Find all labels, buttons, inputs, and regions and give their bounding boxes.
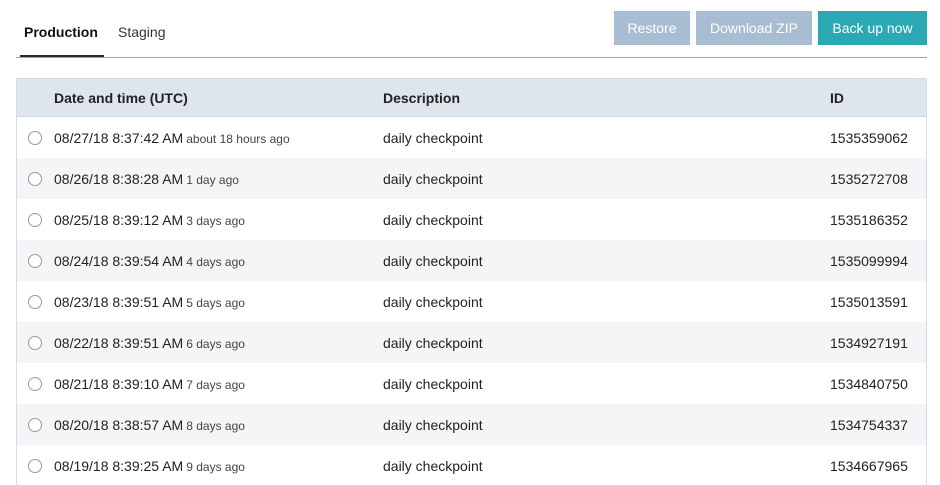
- row-radio-cell: [17, 212, 53, 227]
- environment-tabs: Production Staging: [20, 0, 179, 58]
- row-datetime-cell: 08/22/18 8:39:51 AM 6 days ago: [53, 335, 383, 351]
- table-header: Date and time (UTC) Description ID: [17, 79, 926, 117]
- row-description: daily checkpoint: [383, 416, 483, 433]
- table-row[interactable]: 08/22/18 8:39:51 AM 6 days ago daily check…: [17, 322, 926, 363]
- row-description: daily checkpoint: [383, 252, 483, 269]
- row-select-radio[interactable]: [28, 458, 42, 473]
- row-datetime-cell: 08/27/18 8:37:42 AM about 18 hours ago: [53, 130, 383, 146]
- row-radio-cell: [17, 376, 53, 391]
- table-row[interactable]: 08/24/18 8:39:54 AM 4 days ago daily check…: [17, 240, 926, 281]
- row-radio-cell: [17, 294, 53, 309]
- table-row[interactable]: 08/20/18 8:38:57 AM 8 days ago daily check…: [17, 404, 926, 445]
- row-id: 1535013591: [830, 293, 908, 310]
- row-datetime-cell: 08/23/18 8:39:51 AM 5 days ago: [53, 294, 383, 310]
- row-select-radio[interactable]: [28, 130, 42, 145]
- tabs-divider: [16, 57, 927, 58]
- table-row[interactable]: 08/25/18 8:39:12 AM 3 days ago daily check…: [17, 199, 926, 240]
- column-header-description: Description: [383, 89, 461, 106]
- column-header-datetime: Date and time (UTC): [54, 89, 188, 106]
- row-datetime: 08/27/18 8:37:42 AM: [54, 129, 184, 146]
- row-id: 1534927191: [830, 334, 908, 351]
- row-select-radio[interactable]: [28, 212, 42, 227]
- row-datetime-cell: 08/26/18 8:38:28 AM 1 day ago: [53, 171, 383, 187]
- restore-button[interactable]: Restore: [614, 11, 690, 45]
- row-id: 1534667965: [830, 457, 908, 474]
- row-description: daily checkpoint: [383, 457, 483, 474]
- row-description: daily checkpoint: [383, 334, 483, 351]
- tab-staging[interactable]: Staging: [114, 0, 169, 58]
- row-relative-time: 5 days ago: [186, 295, 245, 310]
- backup-toolbar: Restore Download ZIP Back up now: [614, 11, 927, 45]
- row-description: daily checkpoint: [383, 211, 483, 228]
- backups-table: Date and time (UTC) Description ID 08/27…: [16, 78, 927, 485]
- row-datetime-cell: 08/20/18 8:38:57 AM 8 days ago: [53, 417, 383, 433]
- row-select-radio[interactable]: [28, 335, 42, 350]
- column-header-id: ID: [830, 89, 844, 106]
- row-datetime: 08/26/18 8:38:28 AM: [54, 170, 184, 187]
- tab-production[interactable]: Production: [20, 0, 104, 58]
- table-row[interactable]: 08/21/18 8:39:10 AM 7 days ago daily check…: [17, 363, 926, 404]
- row-relative-time: 9 days ago: [186, 459, 245, 474]
- row-description: daily checkpoint: [383, 129, 483, 146]
- row-id: 1534754337: [830, 416, 908, 433]
- row-id: 1535272708: [830, 170, 908, 187]
- row-relative-time: 4 days ago: [186, 254, 245, 269]
- row-datetime-cell: 08/25/18 8:39:12 AM 3 days ago: [53, 212, 383, 228]
- back-up-now-button[interactable]: Back up now: [818, 11, 927, 45]
- row-radio-cell: [17, 417, 53, 432]
- row-id: 1535099994: [830, 252, 908, 269]
- row-datetime: 08/25/18 8:39:12 AM: [54, 211, 184, 228]
- row-radio-cell: [17, 335, 53, 350]
- row-relative-time: 1 day ago: [186, 172, 239, 187]
- download-zip-button[interactable]: Download ZIP: [696, 11, 812, 45]
- row-select-radio[interactable]: [28, 417, 42, 432]
- row-relative-time: 8 days ago: [186, 418, 245, 433]
- row-description: daily checkpoint: [383, 170, 483, 187]
- row-radio-cell: [17, 253, 53, 268]
- row-select-radio[interactable]: [28, 171, 42, 186]
- table-row[interactable]: 08/27/18 8:37:42 AM about 18 hours ago dai…: [17, 117, 926, 158]
- row-datetime: 08/20/18 8:38:57 AM: [54, 416, 184, 433]
- row-select-radio[interactable]: [28, 253, 42, 268]
- row-radio-cell: [17, 458, 53, 473]
- row-datetime: 08/19/18 8:39:25 AM: [54, 457, 184, 474]
- row-description: daily checkpoint: [383, 293, 483, 310]
- row-select-radio[interactable]: [28, 294, 42, 309]
- row-datetime-cell: 08/21/18 8:39:10 AM 7 days ago: [53, 376, 383, 392]
- table-row[interactable]: 08/19/18 8:39:25 AM 9 days ago daily check…: [17, 445, 926, 485]
- table-row[interactable]: 08/23/18 8:39:51 AM 5 days ago daily check…: [17, 281, 926, 322]
- row-relative-time: 7 days ago: [186, 377, 245, 392]
- row-datetime: 08/23/18 8:39:51 AM: [54, 293, 184, 310]
- row-id: 1534840750: [830, 375, 908, 392]
- row-datetime: 08/21/18 8:39:10 AM: [54, 375, 184, 392]
- row-id: 1535186352: [830, 211, 908, 228]
- table-body: 08/27/18 8:37:42 AM about 18 hours ago dai…: [17, 117, 926, 485]
- row-radio-cell: [17, 130, 53, 145]
- table-row[interactable]: 08/26/18 8:38:28 AM 1 day ago daily checkp…: [17, 158, 926, 199]
- row-select-radio[interactable]: [28, 376, 42, 391]
- row-datetime-cell: 08/24/18 8:39:54 AM 4 days ago: [53, 253, 383, 269]
- row-relative-time: about 18 hours ago: [186, 131, 290, 146]
- row-radio-cell: [17, 171, 53, 186]
- row-id: 1535359062: [830, 129, 908, 146]
- row-datetime-cell: 08/19/18 8:39:25 AM 9 days ago: [53, 458, 383, 474]
- row-datetime: 08/22/18 8:39:51 AM: [54, 334, 184, 351]
- row-relative-time: 6 days ago: [186, 336, 245, 351]
- row-description: daily checkpoint: [383, 375, 483, 392]
- row-relative-time: 3 days ago: [186, 213, 245, 228]
- row-datetime: 08/24/18 8:39:54 AM: [54, 252, 184, 269]
